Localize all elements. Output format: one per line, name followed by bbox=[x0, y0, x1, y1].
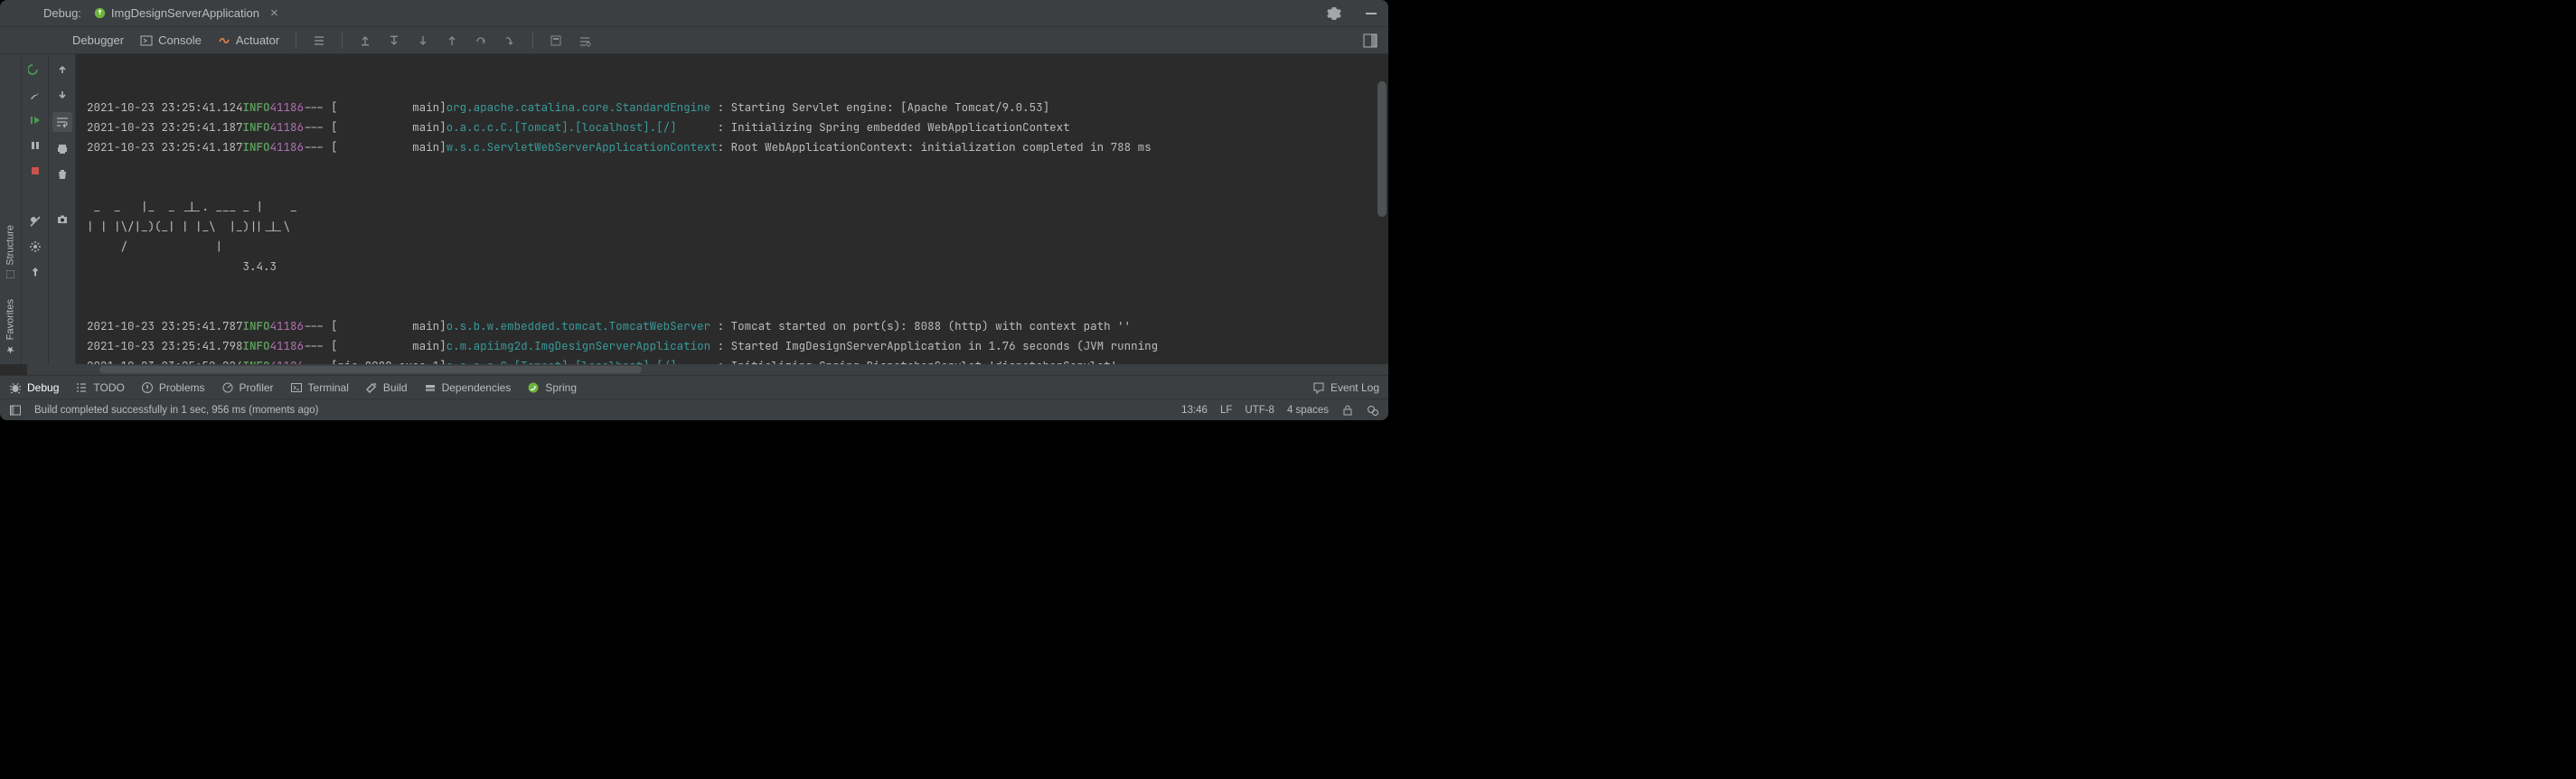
lock-icon[interactable] bbox=[1341, 404, 1354, 417]
scroll-down-icon[interactable] bbox=[54, 87, 71, 103]
left-sidebar: ⬚Structure ★Favorites bbox=[0, 54, 22, 364]
gear2-icon[interactable] bbox=[27, 239, 43, 255]
actuator-tab[interactable]: Actuator bbox=[218, 33, 279, 47]
debug-toolbar: Debug: ImgDesignServerApplication × bbox=[0, 0, 1388, 27]
mute-bp-icon[interactable] bbox=[27, 213, 43, 230]
settings2-icon[interactable] bbox=[578, 34, 591, 47]
log-row: 2021-10-23 23:25:41.124 INFO 41186 --- [… bbox=[87, 98, 1381, 117]
wrench-icon[interactable] bbox=[27, 87, 43, 103]
scroll-up-icon[interactable] bbox=[54, 61, 71, 78]
debug-label: Debug: bbox=[43, 6, 81, 20]
vertical-scrollbar[interactable] bbox=[1377, 81, 1387, 217]
console-icon bbox=[140, 34, 153, 47]
terminal-icon bbox=[290, 381, 303, 394]
debug-subbar: Debugger Console Actuator bbox=[0, 27, 1388, 54]
eventlog-icon bbox=[1312, 381, 1325, 394]
camera-icon[interactable] bbox=[54, 211, 71, 228]
up2-icon[interactable] bbox=[446, 34, 458, 47]
status-bar: Build completed successfully in 1 sec, 9… bbox=[0, 399, 1388, 420]
console-tab[interactable]: Console bbox=[140, 33, 202, 47]
debug-tab[interactable]: Debug bbox=[9, 381, 59, 394]
pause-icon[interactable] bbox=[27, 137, 43, 154]
down-stack-icon[interactable] bbox=[388, 34, 400, 47]
resume-icon[interactable] bbox=[27, 112, 43, 128]
structure-sidetab[interactable]: ⬚Structure bbox=[5, 218, 16, 288]
spring-tab[interactable]: Spring bbox=[527, 381, 577, 394]
problems-icon bbox=[141, 381, 154, 394]
minimize-icon[interactable] bbox=[1365, 7, 1377, 20]
rerun-icon[interactable] bbox=[27, 61, 43, 78]
status-time: 13:46 bbox=[1181, 405, 1208, 416]
step-over-icon[interactable] bbox=[475, 34, 487, 47]
log-row: 2021-10-23 23:25:41.798 INFO 41186 --- [… bbox=[87, 336, 1381, 356]
profiler-icon bbox=[221, 381, 234, 394]
status-window-icon[interactable] bbox=[9, 404, 22, 417]
console-output[interactable]: 2021-10-23 23:25:41.124 INFO 41186 --- [… bbox=[76, 54, 1388, 364]
todo-tab[interactable]: TODO bbox=[75, 381, 124, 394]
log-row: 2021-10-23 23:25:41.787 INFO 41186 --- [… bbox=[87, 316, 1381, 336]
print-icon[interactable] bbox=[54, 141, 71, 157]
log-row: 2021-10-23 23:25:41.187 INFO 41186 --- [… bbox=[87, 137, 1381, 157]
status-indent[interactable]: 4 spaces bbox=[1287, 405, 1329, 416]
console-actions bbox=[49, 54, 76, 364]
spring-boot-icon bbox=[94, 7, 106, 19]
up-stack-icon[interactable] bbox=[359, 34, 371, 47]
build-icon bbox=[365, 381, 378, 394]
dependencies-tab[interactable]: Dependencies bbox=[424, 381, 512, 394]
dependencies-icon bbox=[424, 381, 437, 394]
event-log-tab[interactable]: Event Log bbox=[1312, 381, 1379, 394]
log-row: 2021-10-23 23:25:52.224 INFO 41186 --- [… bbox=[87, 356, 1381, 364]
step-into-icon[interactable] bbox=[503, 34, 516, 47]
soft-wrap-icon[interactable] bbox=[52, 112, 72, 132]
down2-icon[interactable] bbox=[417, 34, 429, 47]
terminal-tab[interactable]: Terminal bbox=[290, 381, 349, 394]
horizontal-scrollbar-thumb[interactable] bbox=[99, 366, 642, 373]
todo-icon bbox=[75, 381, 88, 394]
debugger-tab[interactable]: Debugger bbox=[72, 33, 124, 47]
debug-actions bbox=[22, 54, 49, 364]
clear-icon[interactable] bbox=[54, 166, 71, 183]
settings-icon[interactable] bbox=[1327, 6, 1341, 21]
problems-tab[interactable]: Problems bbox=[141, 381, 205, 394]
spring-icon bbox=[527, 381, 540, 394]
status-encoding[interactable]: UTF-8 bbox=[1245, 405, 1274, 416]
profiler-tab[interactable]: Profiler bbox=[221, 381, 274, 394]
stop-icon[interactable] bbox=[27, 163, 43, 179]
close-tab-icon[interactable]: × bbox=[270, 5, 278, 21]
status-linesep[interactable]: LF bbox=[1220, 405, 1232, 416]
layout-icon[interactable] bbox=[1363, 33, 1377, 48]
run-config-name: ImgDesignServerApplication bbox=[111, 6, 259, 20]
bug-icon bbox=[9, 381, 22, 394]
actuator-icon bbox=[218, 34, 230, 47]
calc-icon[interactable] bbox=[550, 34, 562, 47]
pin-icon[interactable] bbox=[27, 264, 43, 280]
build-tab[interactable]: Build bbox=[365, 381, 408, 394]
tool-window-bar: Debug TODO Problems Profiler Terminal Bu… bbox=[0, 375, 1388, 399]
notifications-icon[interactable] bbox=[1367, 404, 1379, 417]
favorites-sidetab[interactable]: ★Favorites bbox=[5, 292, 16, 362]
build-status: Build completed successfully in 1 sec, 9… bbox=[34, 405, 318, 416]
breakpoint-icon[interactable] bbox=[27, 188, 43, 204]
ascii-art: _ _ |_ _ _|_. ___ _ | _ | | |\/|_)(_| | … bbox=[87, 197, 1381, 277]
log-row: 2021-10-23 23:25:41.187 INFO 41186 --- [… bbox=[87, 117, 1381, 137]
toggle-tree-icon[interactable] bbox=[313, 34, 325, 47]
horizontal-scrollbar-track[interactable] bbox=[27, 364, 1388, 375]
run-config-tab[interactable]: ImgDesignServerApplication × bbox=[94, 5, 278, 21]
